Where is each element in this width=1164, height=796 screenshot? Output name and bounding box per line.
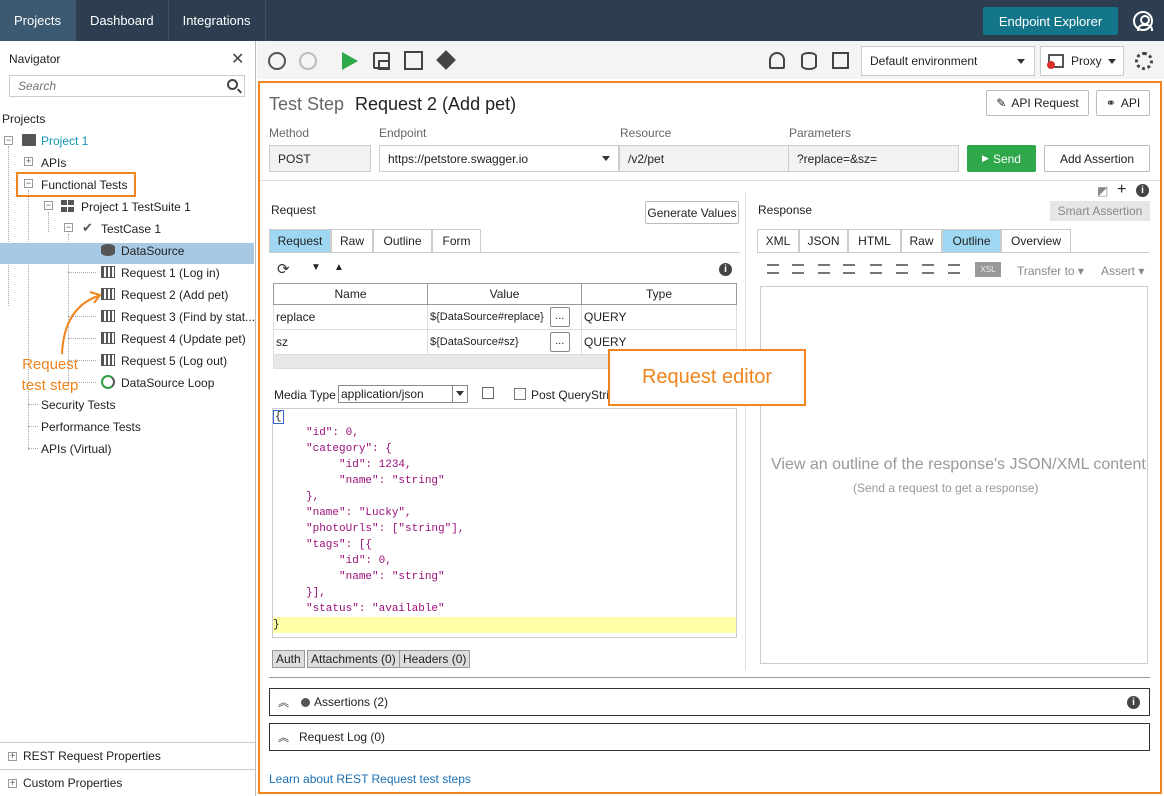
tree-step-request-1[interactable]: Request 1 (Log in) — [121, 266, 220, 280]
check-icon: ✔ — [82, 220, 93, 235]
environment-select[interactable]: Default environment — [861, 46, 1035, 76]
tree-step-datasource-loop[interactable]: DataSource Loop — [121, 376, 214, 390]
proxy-button[interactable]: Proxy — [1040, 46, 1124, 76]
navigator-panel: Navigator ✕ — [0, 41, 256, 796]
collapse-icon[interactable]: − — [4, 136, 13, 145]
collapse-icon[interactable]: − — [44, 201, 53, 210]
bell-icon[interactable] — [769, 52, 785, 69]
rest-request-properties[interactable]: + REST Request Properties — [0, 742, 255, 769]
run-icon[interactable] — [342, 52, 358, 70]
tab-dashboard[interactable]: Dashboard — [76, 0, 169, 41]
annotation-request-test-step: Request test step — [21, 356, 79, 394]
tree-project[interactable]: Project 1 — [41, 134, 88, 148]
test-suite-icon — [61, 200, 75, 212]
chevron-down-icon — [1017, 59, 1025, 64]
tree-step-request-2[interactable]: Request 2 (Add pet) — [121, 288, 228, 302]
projects-label: Projects — [2, 112, 46, 126]
chevron-down-icon — [1108, 59, 1116, 64]
navigator-search — [9, 75, 245, 97]
forward-icon[interactable] — [299, 52, 317, 70]
highlight-functional-tests — [16, 172, 136, 197]
tab-integrations[interactable]: Integrations — [169, 0, 266, 41]
folder-icon — [22, 134, 36, 146]
network-icon[interactable] — [832, 52, 849, 69]
tab-projects[interactable]: Projects — [0, 0, 76, 41]
endpoint-explorer-button[interactable]: Endpoint Explorer — [983, 7, 1118, 35]
search-input[interactable] — [10, 76, 220, 96]
expand-icon[interactable]: + — [24, 157, 33, 166]
proxy-off-badge — [1047, 61, 1055, 69]
tree-apis-virtual[interactable]: APIs (Virtual) — [41, 442, 111, 456]
tree-apis[interactable]: APIs — [41, 156, 66, 170]
tree-step-request-5[interactable]: Request 5 (Log out) — [121, 354, 227, 368]
save-icon[interactable] — [373, 52, 390, 70]
annotation-arrow — [61, 291, 102, 355]
tree-step-datasource[interactable]: DataSource — [121, 244, 184, 258]
loop-icon — [101, 375, 115, 389]
expand-icon: + — [8, 750, 17, 762]
tree-security-tests[interactable]: Security Tests — [41, 398, 115, 412]
tree-step-request-4[interactable]: Request 4 (Update pet) — [121, 332, 246, 346]
gear-icon[interactable] — [1135, 52, 1153, 70]
tree-step-request-3[interactable]: Request 3 (Find by stat... — [121, 310, 255, 324]
tree-performance-tests[interactable]: Performance Tests — [41, 420, 141, 434]
expand-icon: + — [8, 777, 17, 789]
search-icon[interactable] — [227, 79, 238, 90]
tree-test-suite[interactable]: Project 1 TestSuite 1 — [81, 200, 191, 214]
request-step-icon — [101, 266, 115, 278]
back-icon[interactable] — [268, 52, 286, 70]
navigator-title: Navigator — [9, 52, 61, 66]
custom-properties[interactable]: + Custom Properties — [0, 769, 255, 796]
database-icon[interactable] — [801, 52, 817, 70]
collapse-icon[interactable]: − — [64, 223, 73, 232]
inspect-icon[interactable] — [404, 51, 423, 70]
tree-test-case[interactable]: TestCase 1 — [101, 222, 161, 236]
highlight-request-editor — [258, 81, 1162, 794]
user-icon[interactable] — [1133, 11, 1153, 31]
close-icon[interactable]: ✕ — [231, 49, 244, 69]
datasource-icon — [101, 244, 115, 256]
